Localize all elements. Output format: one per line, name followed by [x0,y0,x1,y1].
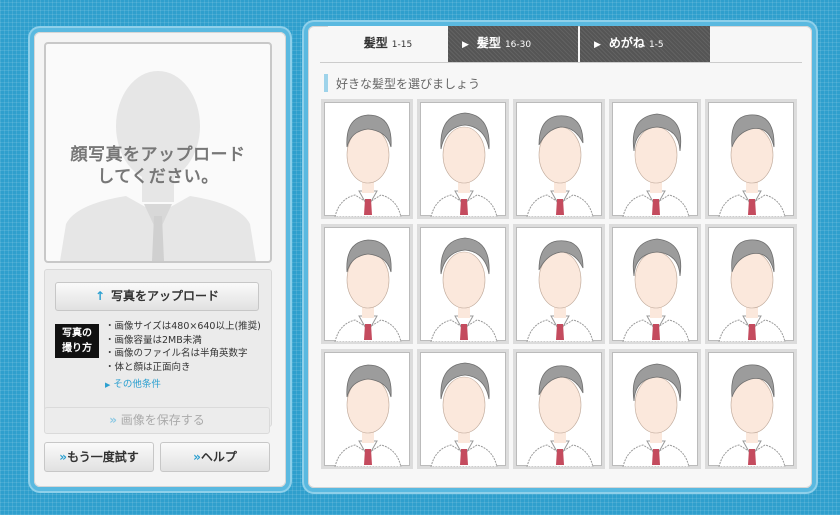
tab-label: めがね [608,36,645,50]
double-chevron-icon: » [193,450,201,464]
triangle-right-icon: ▶ [594,40,601,50]
hairstyle-option-8[interactable] [516,227,602,342]
tab-hairstyle-1-15[interactable]: 髪型 1-15 [328,26,448,62]
hairstyle-option-1[interactable] [324,102,410,217]
rule-item: 体と顔は正面向き [105,361,261,375]
hairstyle-option-15[interactable] [708,352,794,467]
rule-item: 画像サイズは480×640以上(推奨) [105,320,261,334]
hairstyle-thumbnail-icon [430,237,498,342]
retry-button-label: もう一度試す [67,450,139,464]
photo-placeholder-line1: 顔写真をアップロード [70,145,246,165]
hairstyle-option-13[interactable] [516,352,602,467]
hairstyle-thumbnail-icon [622,113,690,217]
tab-label: 髪型 [363,36,388,50]
hairstyle-option-3[interactable] [516,102,602,217]
howto-badge-line2: 撮り方 [62,343,92,354]
howto-badge: 写真の 撮り方 [55,324,99,358]
photo-rules-list: 画像サイズは480×640以上(推奨) 画像容量は2MB未満 画像のファイル名は… [105,320,261,374]
hairstyle-option-12[interactable] [420,352,506,467]
hairstyle-option-9[interactable] [612,227,698,342]
upload-arrow-icon: ↑ [94,289,106,303]
hairstyle-thumbnail-icon [334,114,402,217]
save-image-button[interactable]: » 画像を保存する [44,407,270,434]
howto-badge-line1: 写真の [62,328,92,339]
tab-glasses[interactable]: ▶ めがね 1-5 [580,26,710,62]
photo-placeholder-line2: してください。 [97,167,219,187]
hairstyle-thumbnail-icon [718,239,786,342]
hairstyle-option-11[interactable] [324,352,410,467]
double-chevron-icon: » [109,413,117,427]
upload-photo-button[interactable]: ↑ 写真をアップロード [55,282,259,311]
hairstyle-thumbnail-icon [526,365,594,467]
hairstyle-option-10[interactable] [708,227,794,342]
hairstyle-option-2[interactable] [420,102,506,217]
rule-item: 画像容量は2MB未満 [105,334,261,348]
hairstyle-thumbnail-icon [622,363,690,467]
tab-hairstyle-16-30[interactable]: ▶ 髪型 16-30 [448,26,578,62]
more-conditions-link[interactable]: ▶ その他条件 [105,376,161,390]
photo-upload-area[interactable]: 顔写真をアップロード してください。 [44,42,272,263]
hairstyle-thumbnail-icon [334,239,402,342]
hairstyle-tabs: 髪型 1-15 ▶ 髪型 16-30 ▶ めがね 1-5 [320,26,802,63]
hairstyle-option-7[interactable] [420,227,506,342]
hairstyle-thumbnail-icon [526,115,594,217]
right-panel: 髪型 1-15 ▶ 髪型 16-30 ▶ めがね 1-5 好きな髪型を選びましょう [308,26,812,488]
hairstyle-option-14[interactable] [612,352,698,467]
photo-placeholder-text: 顔写真をアップロード してください。 [46,144,270,188]
upload-button-label: 写真をアップロード [111,289,220,303]
hairstyle-thumbnail-icon [334,364,402,467]
tab-label: 髪型 [476,36,501,50]
retry-button[interactable]: » もう一度試す [44,442,154,472]
tab-range: 1-5 [648,40,664,50]
triangle-right-icon: ▶ [462,40,469,50]
heading-text: 好きな髪型を選びましょう [336,77,481,91]
hairstyle-thumbnail-icon [718,114,786,217]
hairstyle-thumbnail-icon [718,364,786,467]
tab-range: 1-15 [391,40,413,50]
double-chevron-icon: » [59,450,67,464]
hairstyle-thumbnail-icon [430,362,498,467]
tab-range: 16-30 [504,40,532,50]
upload-info-box: ↑ 写真をアップロード 写真の 撮り方 画像サイズは480×640以上(推奨) 画… [44,269,272,427]
left-panel: 顔写真をアップロード してください。 ↑ 写真をアップロード 写真の 撮り方 画像… [34,32,286,487]
heading-accent-bar [324,74,328,92]
help-button[interactable]: » ヘルプ [160,442,270,472]
rule-item: 画像のファイル名は半角英数字 [105,347,261,361]
save-button-label: 画像を保存する [120,413,205,427]
hairstyle-option-5[interactable] [708,102,794,217]
hairstyle-thumbnail-icon [430,112,498,217]
help-button-label: ヘルプ [200,450,237,464]
more-conditions-label: その他条件 [113,379,161,390]
hairstyle-option-4[interactable] [612,102,698,217]
hairstyle-option-6[interactable] [324,227,410,342]
triangle-right-icon: ▶ [105,381,111,389]
hairstyle-thumbnail-icon [526,240,594,342]
hairstyle-thumbnail-icon [622,238,690,342]
